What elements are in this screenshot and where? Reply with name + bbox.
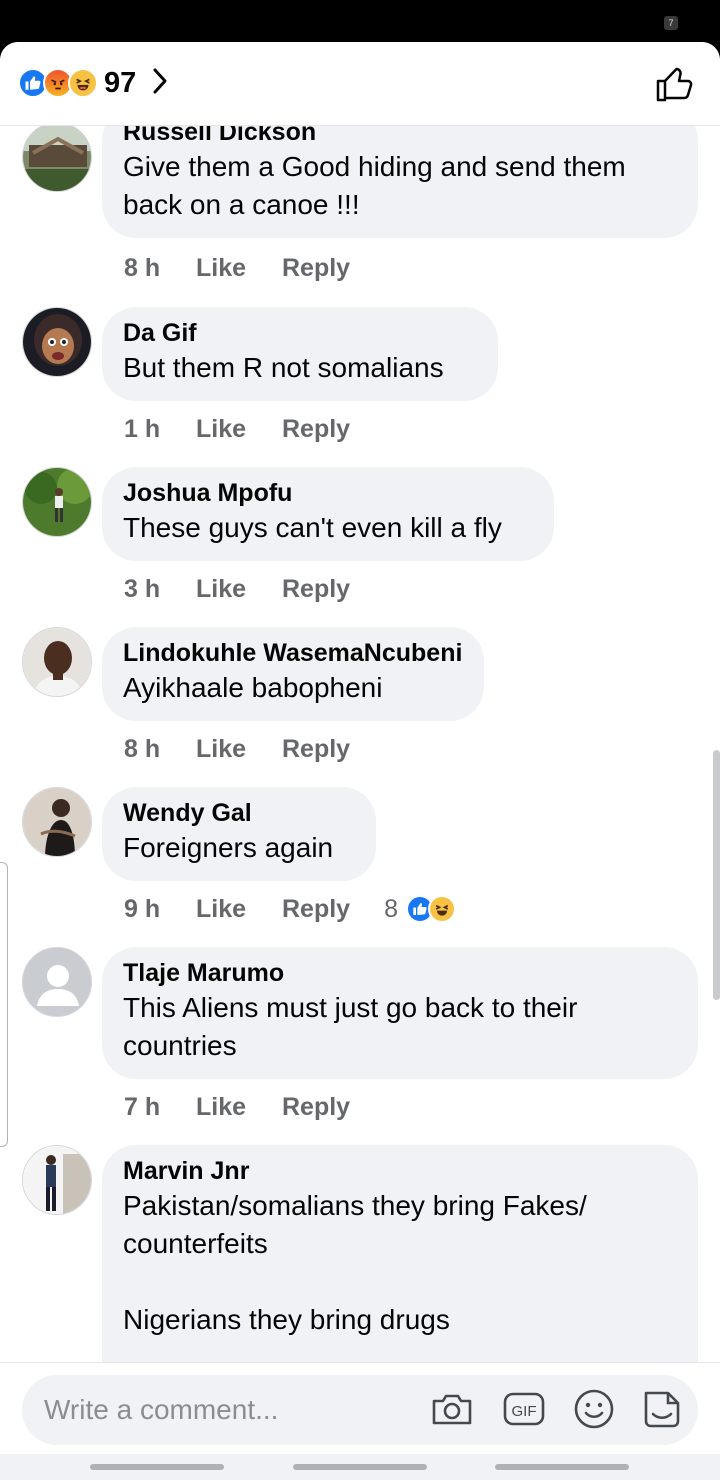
comment-actions: 9 h Like Reply 8 [124,891,456,927]
gif-label: GIF [512,1403,537,1420]
edge-panel-handle[interactable] [0,862,8,1147]
comment-time[interactable]: 8 h [124,735,196,764]
comment-text: This Aliens must just go back to their c… [123,992,578,1061]
reactions-header: 97 [0,42,720,126]
comment-actions: 3 h Like Reply [124,571,350,607]
reply-button[interactable]: Reply [282,254,350,283]
reaction-count: 97 [104,66,137,99]
nav-handle[interactable] [293,1464,427,1470]
scrollbar[interactable] [713,750,720,1000]
comment-list: Russell Dickson Give them a Good hiding … [0,42,720,1375]
comment-time[interactable]: 1 h [124,415,196,444]
avatar[interactable] [22,1145,92,1215]
thumbs-up-icon[interactable] [654,64,694,104]
comment-actions: 1 h Like Reply [124,411,350,447]
haha-reaction-icon [68,68,98,98]
comment-text: Foreigners again [123,832,334,863]
like-button[interactable]: Like [196,1093,282,1122]
haha-reaction-icon [428,895,456,923]
chevron-right-icon [152,67,168,100]
like-button[interactable]: Like [196,575,282,604]
reply-button[interactable]: Reply [282,575,350,604]
avatar[interactable] [22,467,92,537]
comment-time[interactable]: 3 h [124,575,196,604]
gif-icon[interactable]: GIF [502,1387,546,1431]
comment-time[interactable]: 9 h [124,895,196,924]
like-button[interactable]: Like [196,415,282,444]
reply-button[interactable]: Reply [282,735,350,764]
default-avatar[interactable] [22,947,92,1017]
system-nav-bar [0,1454,720,1480]
comment-author[interactable]: Joshua Mpofu [123,477,532,509]
reply-button[interactable]: Reply [282,415,350,444]
like-button[interactable]: Like [196,895,282,924]
reply-button[interactable]: Reply [282,1093,350,1122]
comment-actions: 7 h Like Reply [124,1089,350,1125]
comment-author[interactable]: Lindokuhle WasemaNcubeni [123,637,462,669]
emoji-icon[interactable] [572,1387,616,1431]
avatar[interactable] [22,307,92,377]
comments-sheet: 97 Russell Dickson Give them a Good hidi… [0,42,720,1480]
comment-actions: 8 h Like Reply [124,250,350,286]
nav-handle[interactable] [90,1464,224,1470]
notification-badge: 7 [664,16,678,30]
comment-composer: GIF [0,1362,720,1454]
nav-handle[interactable] [495,1464,629,1470]
comment-bubble: Joshua Mpofu These guys can't even kill … [102,467,554,561]
comment-time[interactable]: 8 h [124,254,196,283]
comment-text: Ayikhaale babopheni [123,672,383,703]
comment-bubble: Marvin Jnr Pakistan/somalians they bring… [102,1145,698,1375]
comment-reaction-count[interactable]: 8 [384,895,398,924]
status-bar: 7 [0,0,720,42]
comment-text: Give them a Good hiding and send them ba… [123,151,626,220]
comment-bubble: Lindokuhle WasemaNcubeni Ayikhaale babop… [102,627,484,721]
comment-bubble: Tlaje Marumo This Aliens must just go ba… [102,947,698,1079]
comment-actions: 8 h Like Reply [124,731,350,767]
camera-icon[interactable] [430,1387,474,1431]
comment-bubble: Wendy Gal Foreigners again [102,787,376,881]
like-button[interactable]: Like [196,735,282,764]
comment-text: These guys can't even kill a fly [123,512,502,543]
reactions-summary[interactable]: 97 [18,66,168,100]
comment-author[interactable]: Wendy Gal [123,797,354,829]
comment-author[interactable]: Marvin Jnr [123,1155,676,1187]
comment-text: But them R not somalians [123,352,444,383]
sticker-icon[interactable] [640,1387,684,1431]
comment-bubble: Da Gif But them R not somalians [102,307,498,401]
avatar[interactable] [22,122,92,192]
comment-text: Pakistan/somalians they bring Fakes/ cou… [123,1190,587,1335]
comment-author[interactable]: Da Gif [123,317,476,349]
comment-time[interactable]: 7 h [124,1093,196,1122]
avatar[interactable] [22,787,92,857]
like-button[interactable]: Like [196,254,282,283]
reply-button[interactable]: Reply [282,895,350,924]
avatar[interactable] [22,627,92,697]
comment-author[interactable]: Tlaje Marumo [123,957,676,989]
